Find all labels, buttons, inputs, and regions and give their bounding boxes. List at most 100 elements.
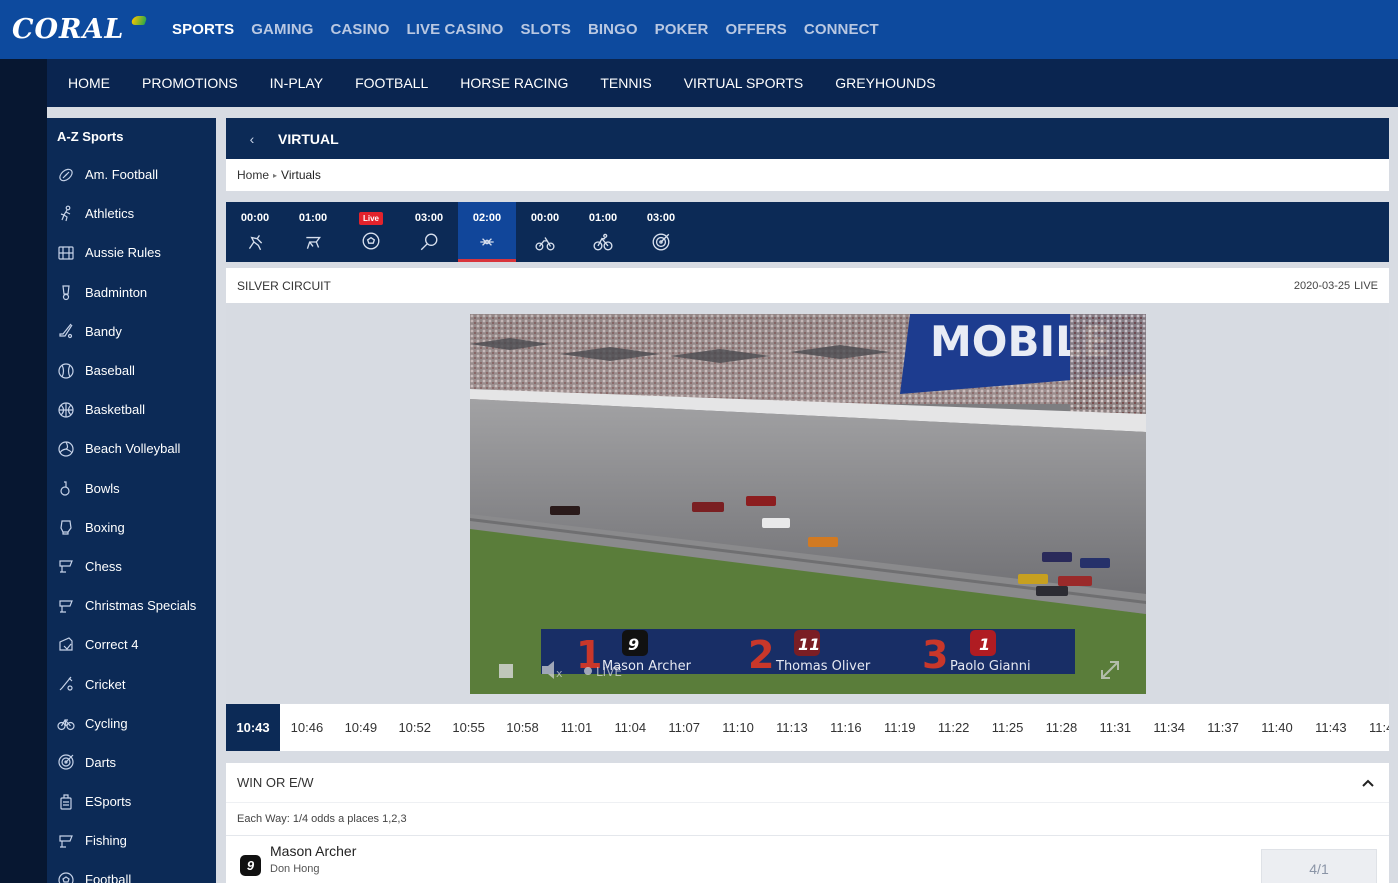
sidebar-item-baseball[interactable]: Baseball: [47, 351, 216, 390]
race-time-1140[interactable]: 11:40: [1250, 720, 1304, 735]
breadcrumb-home[interactable]: Home: [237, 168, 269, 182]
event-status: LIVE: [1354, 279, 1378, 292]
collapse-chevron-up-icon[interactable]: [1361, 778, 1375, 788]
sidebar-item-cricket[interactable]: Cricket: [47, 664, 216, 703]
motorbike-icon: [535, 237, 555, 251]
odds-button[interactable]: 4/1: [1261, 849, 1377, 883]
race-time-1058[interactable]: 10:58: [496, 720, 550, 735]
sub-nav-promotions[interactable]: PROMOTIONS: [142, 75, 238, 91]
sidebar-item-badminton[interactable]: Badminton: [47, 273, 216, 312]
sidebar-item-boxing[interactable]: Boxing: [47, 508, 216, 547]
top-nav-gaming[interactable]: GAMING: [251, 21, 313, 38]
race-time-1101[interactable]: 11:01: [549, 720, 603, 735]
virtual-main: ‹ VIRTUAL Home ▸ Virtuals 00:00 01:00 Live…: [226, 118, 1389, 883]
basketball-icon: [57, 401, 75, 419]
sidebar-item-bandy[interactable]: Bandy: [47, 312, 216, 351]
race-time-1052[interactable]: 10:52: [388, 720, 442, 735]
top-nav-sports[interactable]: SPORTS: [172, 21, 234, 38]
event-date: 2020-03-25: [1293, 279, 1351, 292]
race-time-1110[interactable]: 11:10: [711, 720, 765, 735]
race-time-1104[interactable]: 11:04: [603, 720, 657, 735]
race-video-player[interactable]: MOBILE 1 9 Mason Archer 2 11 Thomas Oliv…: [470, 314, 1146, 694]
top-nav-offers[interactable]: OFFERS: [725, 21, 786, 38]
sub-nav-greyhounds[interactable]: GREYHOUNDS: [835, 75, 935, 91]
top-nav-connect[interactable]: CONNECT: [804, 21, 879, 38]
top-nav-casino[interactable]: CASINO: [331, 21, 390, 38]
stop-icon: [499, 664, 513, 678]
runner-driver: Don Hong: [270, 862, 320, 875]
market-header[interactable]: WIN OR E/W: [226, 763, 1389, 803]
sport-tab-motorbike[interactable]: 00:00: [516, 202, 574, 262]
sidebar-item-label: Baseball: [85, 363, 135, 379]
race-time-selector: 10:43 10:46 10:49 10:52 10:55 10:58 11:01 11:04…: [226, 704, 1389, 751]
sport-tab-time: 01:00: [588, 212, 618, 224]
sidebar-item-label: Am. Football: [85, 167, 158, 183]
sidebar-item-correct-4[interactable]: Correct 4: [47, 625, 216, 664]
standing-3-position: 3: [922, 633, 948, 677]
sidebar-item-beach-volleyball[interactable]: Beach Volleyball: [47, 429, 216, 468]
sport-tab-motor-racing[interactable]: 02:00: [458, 202, 516, 262]
sub-nav-home[interactable]: HOME: [68, 75, 110, 91]
race-time-1043[interactable]: 10:43: [226, 704, 280, 751]
race-time-1122[interactable]: 11:22: [927, 720, 981, 735]
race-time-1116[interactable]: 11:16: [819, 720, 873, 735]
sidebar-item-aussie-rules[interactable]: Aussie Rules: [47, 233, 216, 272]
sub-nav-virtual-sports[interactable]: VIRTUAL SPORTS: [684, 75, 804, 91]
race-time-1131[interactable]: 11:31: [1088, 720, 1142, 735]
sidebar-item-am-football[interactable]: Am. Football: [47, 155, 216, 194]
sidebar-item-bowls[interactable]: Bowls: [47, 469, 216, 508]
race-time-1146[interactable]: 11:46: [1358, 720, 1389, 735]
sidebar-item-athletics[interactable]: Athletics: [47, 194, 216, 233]
sub-nav-horse-racing[interactable]: HORSE RACING: [460, 75, 568, 91]
sidebar-item-label: Bandy: [85, 323, 122, 339]
race-time-1119[interactable]: 11:19: [873, 720, 927, 735]
race-time-1113[interactable]: 11:13: [765, 720, 819, 735]
generic-sport-icon: [57, 557, 75, 575]
market-title: WIN OR E/W: [237, 775, 314, 790]
sub-nav-tennis[interactable]: TENNIS: [600, 75, 651, 91]
sidebar-item-fishing[interactable]: Fishing: [47, 821, 216, 860]
sidebar-item-chess[interactable]: Chess: [47, 547, 216, 586]
sport-tab-horse-racing[interactable]: 00:00: [226, 202, 284, 262]
top-nav-bingo[interactable]: BINGO: [588, 21, 638, 38]
tennis-icon: [420, 233, 438, 251]
coral-logo[interactable]: CORAL: [12, 14, 160, 45]
race-time-1143[interactable]: 11:43: [1304, 720, 1358, 735]
race-time-1049[interactable]: 10:49: [334, 720, 388, 735]
sub-nav-football[interactable]: FOOTBALL: [355, 75, 428, 91]
sidebar-item-football[interactable]: Football: [47, 860, 216, 883]
left-edge-strip: [0, 59, 47, 883]
sidebar-item-esports[interactable]: ESports: [47, 782, 216, 821]
top-nav-slots[interactable]: SLOTS: [520, 21, 571, 38]
standing-3-number: 1: [979, 635, 990, 654]
sport-tab-darts[interactable]: 03:00: [632, 202, 690, 262]
win-or-ew-market: WIN OR E/W Each Way: 1/4 odds a places 1…: [226, 763, 1389, 883]
race-time-1107[interactable]: 11:07: [657, 720, 711, 735]
sidebar-item-label: Beach Volleyball: [85, 441, 181, 457]
sport-tab-football[interactable]: Live: [342, 202, 400, 262]
back-chevron-icon[interactable]: ‹: [226, 131, 278, 147]
cricket-icon: [57, 675, 75, 693]
sidebar-item-darts[interactable]: Darts: [47, 743, 216, 782]
dartboard-icon: [57, 753, 75, 771]
sub-nav-in-play[interactable]: IN-PLAY: [270, 75, 323, 91]
sidebar-item-label: Cycling: [85, 715, 128, 731]
race-time-1055[interactable]: 10:55: [442, 720, 496, 735]
race-time-1134[interactable]: 11:34: [1142, 720, 1196, 735]
sport-tab-tennis[interactable]: 03:00: [400, 202, 458, 262]
race-time-1046[interactable]: 10:46: [280, 720, 334, 735]
sport-tab-cycling[interactable]: 01:00: [574, 202, 632, 262]
top-nav-live-casino[interactable]: LIVE CASINO: [406, 21, 503, 38]
american-football-icon: [57, 166, 75, 184]
race-time-1128[interactable]: 11:28: [1034, 720, 1088, 735]
live-badge: Live: [358, 212, 383, 225]
sport-tab-greyhound[interactable]: 01:00: [284, 202, 342, 262]
sidebar-item-christmas-specials[interactable]: Christmas Specials: [47, 586, 216, 625]
sport-tab-time: 00:00: [240, 212, 270, 224]
race-time-1137[interactable]: 11:37: [1196, 720, 1250, 735]
top-nav-poker[interactable]: POKER: [655, 21, 709, 38]
sidebar-item-basketball[interactable]: Basketball: [47, 390, 216, 429]
standing-1-number: 9: [628, 635, 639, 654]
race-time-1125[interactable]: 11:25: [981, 720, 1035, 735]
sidebar-item-cycling[interactable]: Cycling: [47, 704, 216, 743]
